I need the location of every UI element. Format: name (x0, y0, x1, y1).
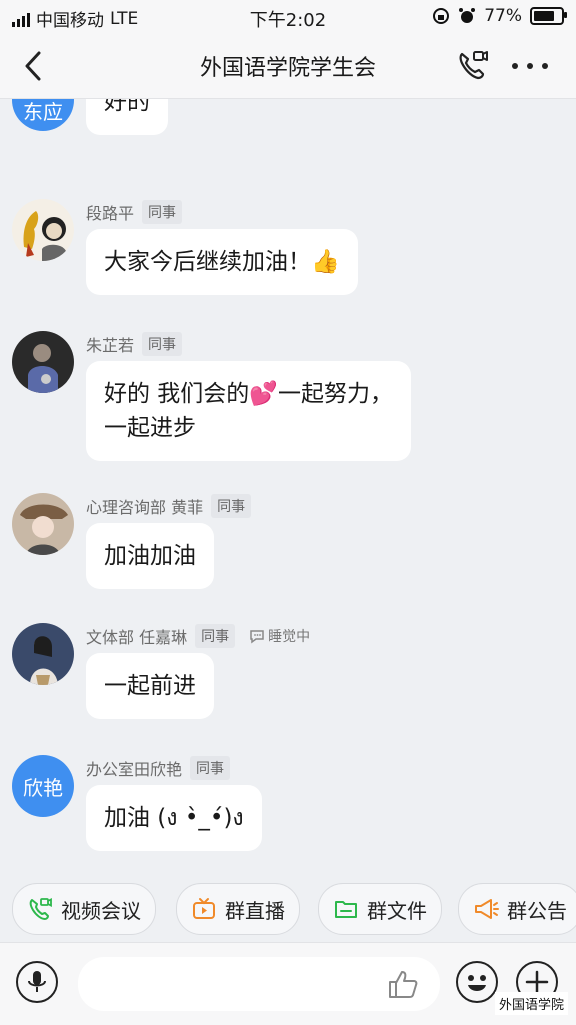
chip-label: 群文件 (367, 898, 427, 923)
video-call-icon (29, 898, 52, 920)
role-tag: 同事 (211, 494, 252, 518)
avatar[interactable]: 东应 (12, 99, 74, 131)
message-bubble[interactable]: 加油加油 (86, 523, 214, 589)
sender-meta: 文体部 任嘉琳 同事 睡觉中 (86, 623, 310, 649)
role-tag: 同事 (195, 624, 236, 648)
message-bubble[interactable]: 好的 我们会的💕一起努力， 一起进步 (86, 361, 411, 461)
alarm-icon (459, 8, 476, 23)
message-bubble[interactable]: 一起前进 (86, 653, 214, 719)
microphone-icon[interactable] (16, 961, 58, 1003)
more-dots-icon[interactable] (512, 50, 548, 82)
folder-icon (335, 901, 357, 918)
sender-name[interactable]: 朱芷若 (86, 332, 134, 356)
avatar[interactable] (12, 493, 74, 555)
sender-meta: 心理咨询部 黄菲 同事 (86, 493, 252, 519)
sender-name[interactable]: 办公室田欣艳 (86, 756, 182, 780)
megaphone-icon (475, 899, 499, 919)
emoji-icon[interactable] (456, 961, 498, 1003)
group-live-button[interactable]: 群直播 (176, 883, 300, 935)
avatar[interactable] (12, 331, 74, 393)
chip-label: 群公告 (507, 898, 567, 923)
chat-bubble-icon (250, 630, 264, 644)
status-badge: 睡觉中 (249, 626, 310, 646)
sender-name[interactable]: 文体部 任嘉琳 (86, 624, 187, 648)
chip-label: 视频会议 (61, 898, 141, 923)
sender-meta: 办公室田欣艳 同事 (86, 755, 231, 781)
avatar[interactable]: 欣艳 (12, 755, 74, 817)
quick-actions-bar: 视频会议 群直播 群文件 群公告 (0, 883, 576, 937)
thumbs-up-icon[interactable] (386, 967, 420, 1001)
video-meeting-button[interactable]: 视频会议 (12, 883, 156, 935)
message-bubble[interactable]: 加油 (ง •̀_•́)ง (86, 785, 262, 851)
role-tag: 同事 (142, 332, 183, 356)
sender-meta: 朱芷若 同事 (86, 331, 183, 357)
sender-meta: 段路平 同事 (86, 199, 183, 225)
sender-name[interactable]: 段路平 (86, 200, 134, 224)
role-tag: 同事 (142, 200, 183, 224)
avatar[interactable] (12, 623, 74, 685)
message-list: 东应 好的 段路平 同事 大家今后继续加油！👍 朱芷若 同事 好的 我们会的💕一… (0, 99, 576, 879)
status-bar: 中国移动 LTE 下午2:02 77% (0, 0, 576, 34)
phone-video-icon[interactable] (454, 48, 490, 84)
watermark: 外国语学院 (494, 992, 568, 1015)
status-right: 77% (432, 6, 567, 26)
role-tag: 同事 (190, 756, 231, 780)
lock-rotation-icon (433, 8, 450, 24)
battery-percent: 77% (484, 6, 522, 26)
input-bar: 外国语学院 (0, 942, 576, 1025)
nav-bar: 外国语学院学生会 (0, 34, 576, 99)
live-tv-icon (193, 898, 215, 919)
avatar[interactable] (12, 199, 74, 261)
chip-label: 群直播 (225, 898, 285, 923)
group-notice-button[interactable]: 群公告 (458, 883, 576, 935)
group-files-button[interactable]: 群文件 (318, 883, 442, 935)
sender-name[interactable]: 心理咨询部 黄菲 (86, 494, 203, 518)
message-bubble[interactable]: 好的 (86, 99, 168, 135)
message-bubble[interactable]: 大家今后继续加油！👍 (86, 229, 358, 295)
battery-icon (530, 7, 567, 25)
